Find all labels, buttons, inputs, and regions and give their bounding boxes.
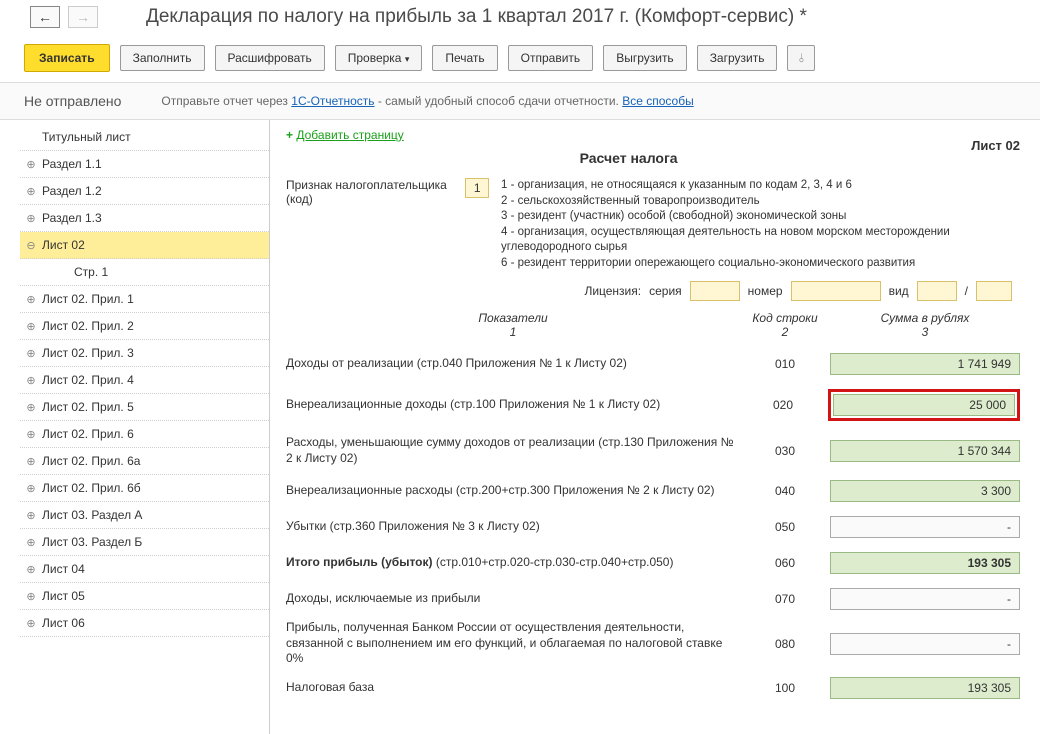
table-row: Внереализационные доходы (стр.100 Прилож… [286,389,1020,421]
sidebar-item-sheet03-a[interactable]: ⊕Лист 03. Раздел А [20,502,269,529]
table-row: Внереализационные расходы (стр.200+стр.3… [286,480,1020,502]
expand-icon[interactable]: ⊕ [26,563,36,576]
expand-icon[interactable]: ⊕ [26,374,36,387]
attach-button[interactable]: ⫰ [787,45,815,71]
expand-icon[interactable]: ⊕ [26,536,36,549]
license-extra-input[interactable] [976,281,1012,301]
expand-icon[interactable]: ⊕ [26,590,36,603]
sidebar-item-sheet02-app5[interactable]: ⊕Лист 02. Прил. 5 [20,394,269,421]
value-070[interactable]: - [830,588,1020,610]
expand-icon[interactable]: ⊕ [26,482,36,495]
license-number-input[interactable] [791,281,881,301]
collapse-icon[interactable]: ⊖ [26,239,36,252]
link-1c-reporting[interactable]: 1С-Отчетность [291,94,374,108]
send-button[interactable]: Отправить [508,45,594,71]
sidebar-item-sheet05[interactable]: ⊕Лист 05 [20,583,269,610]
table-row: Доходы от реализации (стр.040 Приложения… [286,353,1020,375]
save-button[interactable]: Записать [24,44,110,72]
value-010[interactable]: 1 741 949 [830,353,1020,375]
sidebar-item-sheet03-b[interactable]: ⊕Лист 03. Раздел Б [20,529,269,556]
value-030[interactable]: 1 570 344 [830,440,1020,462]
sidebar-item-sheet04[interactable]: ⊕Лист 04 [20,556,269,583]
expand-icon[interactable]: ⊕ [26,428,36,441]
table-row: Итого прибыль (убыток) (стр.010+стр.020-… [286,552,1020,574]
expand-icon[interactable]: ⊕ [26,185,36,198]
fill-button[interactable]: Заполнить [120,45,205,71]
taxpayer-code-legend: 1 - организация, не относящаяся к указан… [501,178,1020,271]
page-title: Декларация по налогу на прибыль за 1 ква… [146,6,807,28]
value-060[interactable]: 193 305 [830,552,1020,574]
expand-icon[interactable]: ⊕ [26,320,36,333]
table-row: Расходы, уменьшающие сумму доходов от ре… [286,435,1020,466]
print-button[interactable]: Печать [432,45,497,71]
status-bar: Не отправлено Отправьте отчет через 1С-О… [0,82,1040,120]
sidebar-item-title[interactable]: Титульный лист [20,124,269,151]
sidebar-item-page-1[interactable]: Стр. 1 [20,259,269,286]
sidebar-item-sheet02-app2[interactable]: ⊕Лист 02. Прил. 2 [20,313,269,340]
sidebar-item-sheet02-app3[interactable]: ⊕Лист 02. Прил. 3 [20,340,269,367]
sidebar-item-sheet02-app1[interactable]: ⊕Лист 02. Прил. 1 [20,286,269,313]
table-row: Убытки (стр.360 Приложения № 3 к Листу 0… [286,516,1020,538]
license-series-input[interactable] [690,281,740,301]
expand-icon[interactable]: ⊕ [26,347,36,360]
value-050[interactable]: - [830,516,1020,538]
sidebar-item-sheet02-app4[interactable]: ⊕Лист 02. Прил. 4 [20,367,269,394]
back-button[interactable]: ← [30,6,60,28]
value-040[interactable]: 3 300 [830,480,1020,502]
import-button[interactable]: Загрузить [697,45,778,71]
expand-icon[interactable]: ⊕ [26,158,36,171]
highlighted-value: 25 000 [828,389,1020,421]
add-page-link[interactable]: + Добавить страницу [286,128,404,142]
sidebar: Титульный лист ⊕Раздел 1.1 ⊕Раздел 1.2 ⊕… [0,120,270,734]
sidebar-item-section-1-2[interactable]: ⊕Раздел 1.2 [20,178,269,205]
expand-icon[interactable]: ⊕ [26,293,36,306]
check-button[interactable]: Проверка ▾ [335,45,423,71]
license-kind-input[interactable] [917,281,957,301]
sidebar-item-sheet06[interactable]: ⊕Лист 06 [20,610,269,637]
sheet-label: Лист 02 [971,138,1020,153]
decode-button[interactable]: Расшифровать [215,45,325,71]
paperclip-icon: ⫰ [799,51,804,66]
taxpayer-code-input[interactable]: 1 [465,178,489,198]
expand-icon[interactable]: ⊕ [26,455,36,468]
expand-icon[interactable]: ⊕ [26,212,36,225]
table-row: Прибыль, полученная Банком России от осу… [286,620,1020,667]
taxpayer-label: Признак налогоплательщика (код) [286,178,457,206]
table-row: Налоговая база 100 193 305 [286,677,1020,699]
content: + Добавить страницу Лист 02 Расчет налог… [270,120,1040,734]
sidebar-item-sheet02-app6[interactable]: ⊕Лист 02. Прил. 6 [20,421,269,448]
value-100[interactable]: 193 305 [830,677,1020,699]
sidebar-item-sheet02-app6a[interactable]: ⊕Лист 02. Прил. 6а [20,448,269,475]
forward-button[interactable]: → [68,6,98,28]
table-row: Доходы, исключаемые из прибыли 070 - [286,588,1020,610]
expand-icon[interactable]: ⊕ [26,617,36,630]
expand-icon[interactable]: ⊕ [26,509,36,522]
export-button[interactable]: Выгрузить [603,45,687,71]
toolbar: Записать Заполнить Расшифровать Проверка… [0,40,1040,82]
sidebar-item-sheet-02[interactable]: ⊖Лист 02 [20,232,269,259]
value-020[interactable]: 25 000 [833,394,1015,416]
sidebar-item-section-1-1[interactable]: ⊕Раздел 1.1 [20,151,269,178]
section-title: Расчет налога [286,150,1020,166]
send-status: Не отправлено [14,93,121,109]
link-all-methods[interactable]: Все способы [622,94,694,108]
sidebar-item-section-1-3[interactable]: ⊕Раздел 1.3 [20,205,269,232]
sidebar-item-sheet02-app6b[interactable]: ⊕Лист 02. Прил. 6б [20,475,269,502]
expand-icon[interactable]: ⊕ [26,401,36,414]
column-headers: Показатели1 Код строки2 Сумма в рублях3 [286,311,1020,339]
value-080[interactable]: - [830,633,1020,655]
